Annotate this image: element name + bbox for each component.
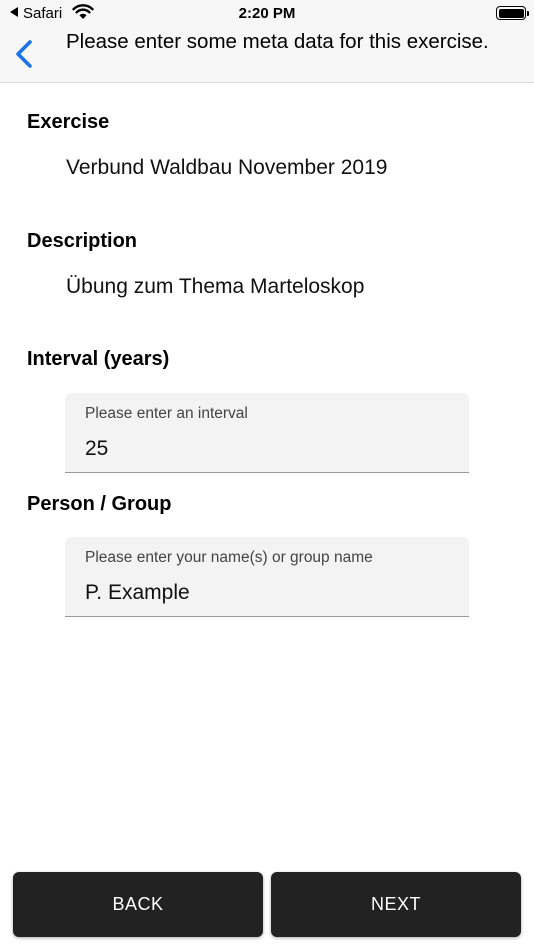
chevron-left-icon [16, 40, 32, 68]
back-button-bottom[interactable]: BACK [13, 872, 263, 937]
back-button[interactable] [12, 36, 40, 72]
description-value: Übung zum Thema Marteloskop [66, 275, 365, 298]
interval-field-label: Please enter an interval [85, 405, 248, 422]
person-group-field[interactable]: Please enter your name(s) or group name [65, 537, 469, 617]
next-button[interactable]: NEXT [271, 872, 521, 937]
navigation-bar: Please enter some meta data for this exe… [0, 28, 534, 83]
interval-field[interactable]: Please enter an interval [65, 393, 469, 473]
next-button-label: NEXT [370, 894, 421, 914]
description-label: Description [27, 230, 138, 252]
exercise-label: Exercise [27, 111, 110, 133]
exercise-value: Verbund Waldbau November 2019 [66, 156, 388, 179]
battery-icon [496, 6, 529, 20]
status-time: 2:20 PM [238, 5, 296, 22]
screen: Safari 2:20 PM Please enter some meta da… [0, 0, 534, 950]
person-group-input[interactable] [85, 581, 445, 605]
back-button-label: BACK [112, 894, 164, 914]
interval-label: Interval (years) [27, 348, 170, 370]
person-group-field-label: Please enter your name(s) or group name [85, 549, 373, 566]
interval-input[interactable] [85, 437, 445, 461]
page-title: Please enter some meta data for this exe… [66, 30, 489, 53]
status-bar: Safari 2:20 PM [0, 0, 534, 28]
person-group-label: Person / Group [27, 493, 172, 515]
